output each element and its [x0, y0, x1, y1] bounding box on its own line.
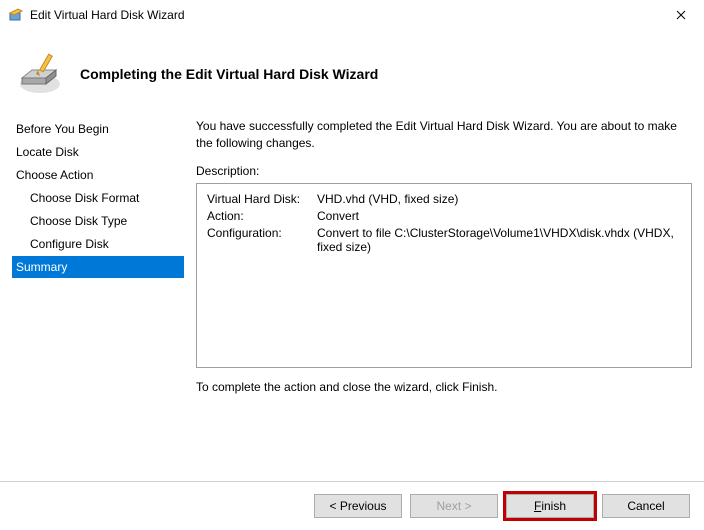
description-value: VHD.vhd (VHD, fixed size): [317, 192, 681, 206]
finish-button[interactable]: Finish: [506, 494, 594, 518]
wizard-icon: [8, 7, 24, 23]
description-key: Virtual Hard Disk:: [207, 192, 317, 206]
finish-hint: To complete the action and close the wiz…: [196, 380, 692, 394]
sidebar-item-summary[interactable]: Summary: [12, 256, 184, 278]
description-value: Convert: [317, 209, 681, 223]
description-key: Configuration:: [207, 226, 317, 254]
titlebar: Edit Virtual Hard Disk Wizard: [0, 0, 704, 30]
sidebar-item-choose-disk-type[interactable]: Choose Disk Type: [12, 210, 184, 232]
sidebar-item-before-you-begin[interactable]: Before You Begin: [12, 118, 184, 140]
sidebar-item-configure-disk[interactable]: Configure Disk: [12, 233, 184, 255]
sidebar-item-choose-disk-format[interactable]: Choose Disk Format: [12, 187, 184, 209]
sidebar: Before You BeginLocate DiskChoose Action…: [12, 118, 184, 472]
cancel-button[interactable]: Cancel: [602, 494, 690, 518]
description-value: Convert to file C:\ClusterStorage\Volume…: [317, 226, 681, 254]
footer: < Previous Next > Finish Cancel: [0, 481, 704, 530]
header: Completing the Edit Virtual Hard Disk Wi…: [0, 30, 704, 118]
content: You have successfully completed the Edit…: [184, 118, 692, 472]
close-button[interactable]: [658, 0, 704, 30]
sidebar-item-locate-disk[interactable]: Locate Disk: [12, 141, 184, 163]
next-button: Next >: [410, 494, 498, 518]
intro-text: You have successfully completed the Edit…: [196, 118, 692, 152]
description-box: Virtual Hard Disk:VHD.vhd (VHD, fixed si…: [196, 183, 692, 368]
description-row: Configuration:Convert to file C:\Cluster…: [207, 226, 681, 254]
page-title: Completing the Edit Virtual Hard Disk Wi…: [80, 66, 378, 82]
description-row: Action:Convert: [207, 209, 681, 223]
previous-button[interactable]: < Previous: [314, 494, 402, 518]
description-key: Action:: [207, 209, 317, 223]
sidebar-item-choose-action[interactable]: Choose Action: [12, 164, 184, 186]
description-row: Virtual Hard Disk:VHD.vhd (VHD, fixed si…: [207, 192, 681, 206]
description-label: Description:: [196, 164, 692, 178]
wizard-large-icon: [16, 50, 64, 98]
window-title: Edit Virtual Hard Disk Wizard: [30, 8, 658, 22]
